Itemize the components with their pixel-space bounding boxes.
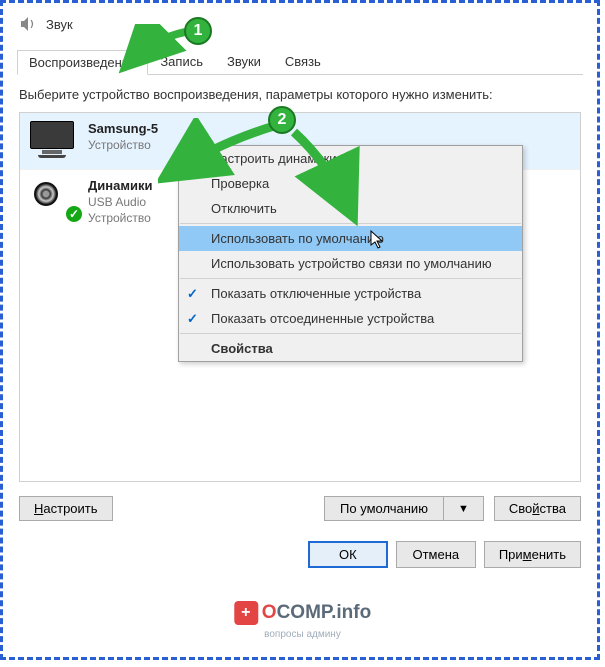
ok-button[interactable]: ОК — [308, 541, 388, 568]
dialog-buttons-row: ОК Отмена Применить — [19, 541, 581, 568]
device-name: Динамики — [88, 178, 152, 193]
default-check-icon: ✓ — [64, 204, 84, 224]
tab-sounds[interactable]: Звуки — [215, 49, 273, 74]
device-desc: Устройство — [88, 211, 152, 225]
tabs-row: Воспроизведение Запись Звуки Связь — [17, 49, 583, 75]
menu-separator — [180, 278, 521, 279]
annotation-badge-1: 1 — [184, 17, 212, 45]
arrow-2a — [158, 118, 288, 198]
speakers-icon: ✓ — [30, 178, 78, 218]
device-info: Динамики USB Audio Устройство — [88, 178, 152, 225]
cursor-icon — [370, 230, 386, 254]
menu-set-default[interactable]: Использовать по умолчанию — [179, 226, 522, 251]
menu-set-default-comm[interactable]: Использовать устройство связи по умолчан… — [179, 251, 522, 276]
device-info: Samsung-5 Устройство — [88, 121, 158, 152]
menu-properties[interactable]: Свойства — [179, 336, 522, 361]
configure-button[interactable]: Настроить — [19, 496, 113, 521]
watermark-text: OCOMP.info — [262, 602, 371, 624]
menu-separator — [180, 333, 521, 334]
menu-show-disabled[interactable]: ✓Показать отключенные устройства — [179, 281, 522, 306]
set-default-dropdown[interactable]: ▼ — [444, 496, 484, 521]
device-desc: Устройство — [88, 138, 158, 152]
speaker-icon — [17, 13, 39, 35]
window-title: Звук — [46, 17, 73, 32]
instruction-text: Выберите устройство воспроизведения, пар… — [19, 87, 581, 102]
monitor-icon — [30, 121, 78, 161]
apply-button[interactable]: Применить — [484, 541, 581, 568]
watermark: + OCOMP.info — [234, 601, 371, 625]
menu-show-disconnected[interactable]: ✓Показать отсоединенные устройства — [179, 306, 522, 331]
device-desc: USB Audio — [88, 195, 152, 209]
annotation-badge-2: 2 — [268, 106, 296, 134]
tab-communications[interactable]: Связь — [273, 49, 333, 74]
arrow-2b — [288, 128, 378, 228]
watermark-logo-icon: + — [234, 601, 258, 625]
watermark-subtitle: вопросы админу — [264, 629, 341, 640]
title-bar: Звук — [17, 13, 583, 35]
device-name: Samsung-5 — [88, 121, 158, 136]
set-default-combo: По умолчанию ▼ — [324, 496, 484, 521]
check-icon: ✓ — [187, 286, 198, 302]
device-buttons-row: Настроить По умолчанию ▼ Свойства — [19, 496, 581, 521]
cancel-button[interactable]: Отмена — [396, 541, 476, 568]
properties-button[interactable]: Свойства — [494, 496, 581, 521]
check-icon: ✓ — [187, 311, 198, 327]
set-default-button[interactable]: По умолчанию — [324, 496, 444, 521]
